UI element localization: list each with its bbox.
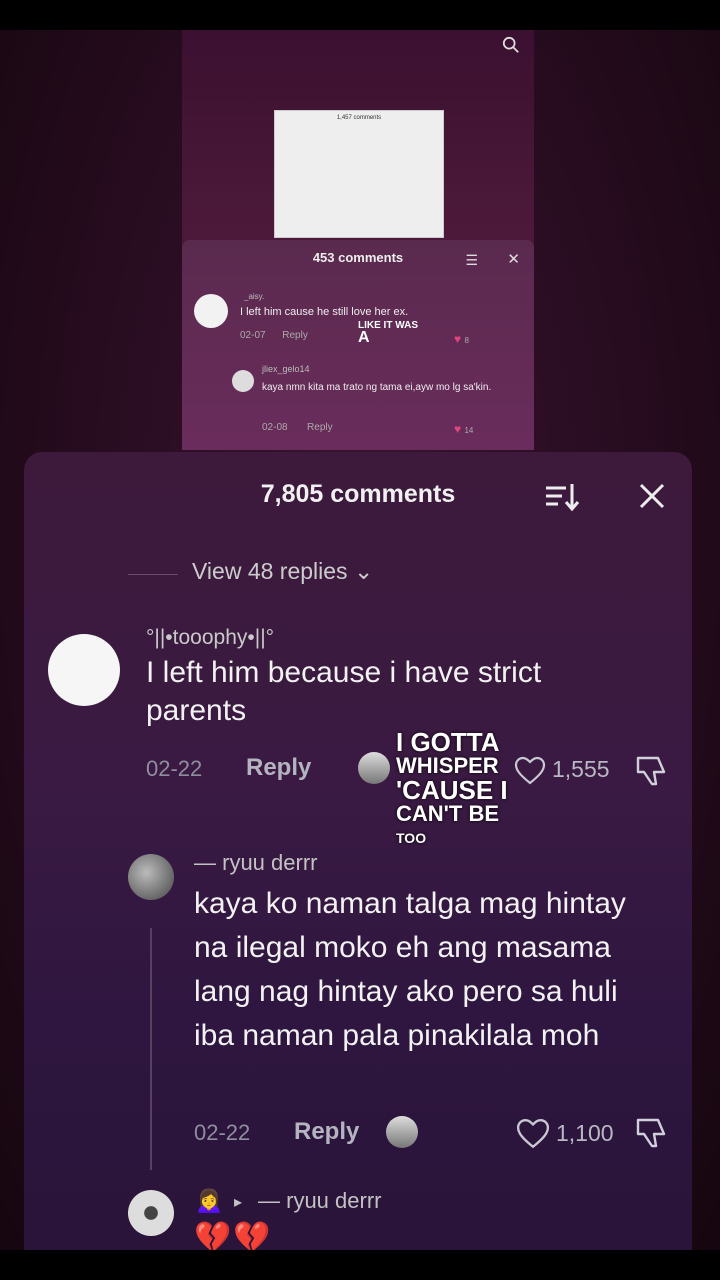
sort-icon[interactable]: ☰	[465, 252, 478, 269]
comment-date: 02-22	[146, 756, 203, 781]
comment-date: 02-07	[240, 330, 266, 341]
sort-icon[interactable]	[544, 482, 580, 512]
lyric-line: 'CAUSE I	[396, 775, 508, 805]
lyric-overlay: I GOTTA WHISPER 'CAUSE I CAN'T BE TOO	[396, 727, 508, 850]
dislike-icon[interactable]	[634, 1116, 668, 1150]
heart-icon[interactable]	[514, 756, 546, 786]
lyric-overlay-small: LIKE IT WAS A	[358, 320, 418, 346]
lyric-line: I GOTTA	[396, 727, 500, 757]
thread-line	[150, 928, 152, 1170]
like-count: 14	[464, 426, 474, 435]
comment-meta: 02-07 Reply	[240, 330, 308, 341]
comment-text: I left him cause he still love her ex.	[240, 306, 409, 318]
like-count: 1,555	[552, 756, 610, 782]
reply-username[interactable]: — ryuu derrr	[258, 1188, 381, 1214]
reply-text: kaya ko naman talga mag hintay na ilegal…	[194, 887, 626, 1052]
creator-liked-avatar	[386, 1116, 418, 1148]
avatar[interactable]	[128, 1190, 174, 1236]
comment-username[interactable]: _aisy.	[244, 292, 264, 301]
video-frame: 1,457 comments 453 comments ☰ ✕ _aisy. I…	[0, 30, 720, 1250]
avatar[interactable]	[194, 294, 228, 328]
comments-title: 7,805 comments	[260, 480, 456, 508]
creator-liked-avatar	[358, 752, 390, 784]
close-icon[interactable]	[638, 482, 666, 510]
dislike-icon[interactable]	[634, 754, 668, 788]
avatar[interactable]	[232, 370, 254, 392]
reply-date: 02-22	[194, 1120, 251, 1145]
reply-button[interactable]: Reply	[307, 422, 333, 433]
heart-icon[interactable]	[516, 1118, 550, 1150]
comments-panel: 7,805 comments View 48 replies ⌄ °||•too…	[24, 452, 692, 1250]
like-count: 8	[464, 336, 469, 345]
comment-username[interactable]: °||•tooophy•||°	[146, 626, 274, 650]
lyric-line: TOO	[396, 830, 427, 846]
heart-icon[interactable]: ♥ 8	[454, 332, 469, 346]
reply-button[interactable]: Reply	[282, 330, 308, 341]
avatar[interactable]	[48, 634, 120, 706]
close-icon[interactable]: ✕	[507, 250, 520, 268]
lyric-line: CAN'T BE	[396, 801, 500, 826]
comment-text: I left him because i have strict parents	[146, 656, 542, 727]
nested-screenshot: 1,457 comments 453 comments ☰ ✕ _aisy. I…	[182, 30, 534, 450]
reply-button[interactable]: Reply	[246, 754, 311, 782]
avatar[interactable]	[128, 854, 174, 900]
lyric-line: A	[358, 329, 370, 346]
reply-meta: 02-08 Reply	[262, 422, 333, 433]
nested-panel-title: 453 comments	[312, 250, 404, 265]
user-emoji-icon: 🙍‍♀️	[194, 1187, 224, 1214]
reply-text: kaya nmn kita ma trato ng tama ei,ayw mo…	[262, 382, 492, 393]
reply-arrow-icon: ▸	[234, 1194, 243, 1211]
heart-icon[interactable]: ♥ 14	[454, 422, 473, 436]
reply-username[interactable]: jliex_gelo14	[262, 364, 310, 374]
like-count: 1,100	[556, 1120, 614, 1146]
reply-username[interactable]: — ryuu derrr	[194, 850, 317, 876]
nested-inner-screenshot: 1,457 comments	[274, 110, 444, 238]
reply-date: 02-08	[262, 422, 288, 433]
view-replies-button[interactable]: View 48 replies ⌄	[192, 558, 373, 585]
divider	[128, 574, 178, 575]
reply-text: 💔💔	[194, 1221, 273, 1250]
search-icon	[502, 36, 519, 53]
reply-button[interactable]: Reply	[294, 1118, 359, 1146]
nested-inner-count: 1,457 comments	[336, 115, 382, 121]
